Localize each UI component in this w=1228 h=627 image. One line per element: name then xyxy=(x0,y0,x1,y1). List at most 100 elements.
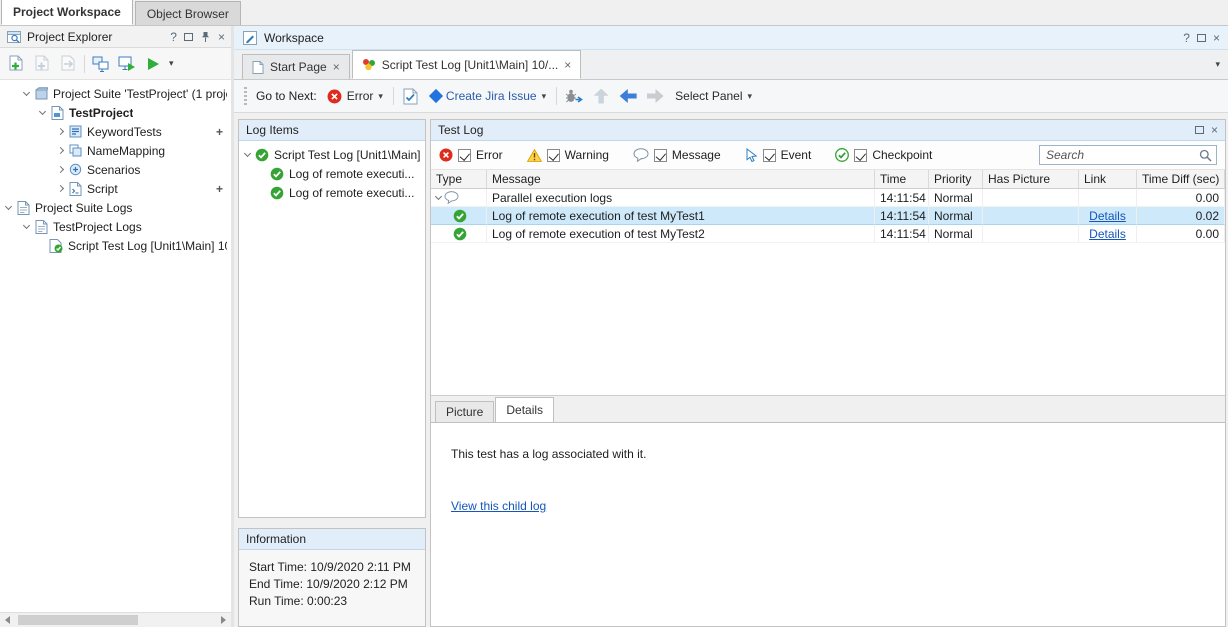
chevron-right-icon[interactable] xyxy=(57,146,64,153)
run-project-button[interactable] xyxy=(143,54,163,74)
search-input[interactable] xyxy=(1039,145,1217,165)
help-icon[interactable]: ? xyxy=(1183,32,1190,44)
go-up-icon[interactable] xyxy=(591,86,611,106)
forward-icon[interactable] xyxy=(645,86,665,106)
document-tab-bar: Start Page × Script Test Log [Unit1\Main… xyxy=(234,50,1228,80)
close-icon[interactable]: × xyxy=(333,61,340,73)
column-header-has-picture[interactable]: Has Picture xyxy=(983,170,1079,189)
report-bug-icon[interactable] xyxy=(564,86,584,106)
search-icon[interactable] xyxy=(1199,149,1212,162)
close-icon[interactable]: × xyxy=(1213,32,1220,44)
tab-start-page[interactable]: Start Page × xyxy=(242,54,350,79)
chevron-down-icon[interactable] xyxy=(23,221,30,228)
tree-item-testproject-logs[interactable]: TestProject Logs xyxy=(0,217,231,236)
toolbar-grip xyxy=(244,87,247,105)
go-to-next-error-button[interactable]: Error ▾ xyxy=(324,87,386,106)
help-icon[interactable]: ? xyxy=(170,31,177,43)
select-panel-button[interactable]: Select Panel ▾ xyxy=(672,87,755,105)
filter-checkbox-error[interactable] xyxy=(458,149,471,162)
tree-item-project-suite[interactable]: Project Suite 'TestProject' (1 project) xyxy=(0,84,231,103)
filter-error[interactable]: Error xyxy=(439,148,503,162)
table-row[interactable]: Log of remote execution of test MyTest2 … xyxy=(431,225,1225,243)
filter-message[interactable]: Message xyxy=(633,148,721,162)
add-new-item-button[interactable] xyxy=(6,54,26,74)
table-row-selected[interactable]: Log of remote execution of test MyTest1 … xyxy=(431,207,1225,225)
remote-run-button[interactable] xyxy=(117,54,137,74)
close-icon[interactable]: × xyxy=(218,31,225,43)
filter-checkbox-warning[interactable] xyxy=(547,149,560,162)
filter-checkbox-checkpoint[interactable] xyxy=(854,149,867,162)
view-child-log-link[interactable]: View this child log xyxy=(451,499,546,513)
filter-checkbox-event[interactable] xyxy=(763,149,776,162)
tab-object-browser[interactable]: Object Browser xyxy=(135,1,241,25)
float-icon[interactable] xyxy=(1197,34,1206,42)
cell-has-picture xyxy=(983,207,1079,225)
chevron-down-icon[interactable] xyxy=(244,149,251,156)
log-items-root[interactable]: Script Test Log [Unit1\Main] xyxy=(239,145,425,164)
table-row[interactable]: Parallel execution logs 14:11:54 Normal … xyxy=(431,189,1225,207)
tree-item-script-test-log[interactable]: Script Test Log [Unit1\Main] 10/9 xyxy=(0,236,231,255)
add-icon[interactable]: + xyxy=(216,182,227,196)
suite-logs-icon xyxy=(15,200,31,215)
pin-icon[interactable] xyxy=(200,31,211,43)
log-item-label: Script Test Log [Unit1\Main] xyxy=(274,148,421,162)
column-header-type[interactable]: Type xyxy=(431,170,487,189)
tab-picture[interactable]: Picture xyxy=(435,401,494,422)
column-header-time[interactable]: Time xyxy=(875,170,929,189)
chevron-right-icon[interactable] xyxy=(57,127,64,134)
chevron-right-icon[interactable] xyxy=(57,184,64,191)
back-icon[interactable] xyxy=(618,86,638,106)
tree-item-script[interactable]: Script + xyxy=(0,179,231,198)
tab-script-test-log[interactable]: Script Test Log [Unit1\Main] 10/... × xyxy=(352,50,582,79)
float-icon[interactable] xyxy=(184,33,193,41)
workspace-caption: Workspace ? × xyxy=(234,26,1228,50)
tab-list-dropdown-icon[interactable]: ▾ xyxy=(1215,60,1220,69)
float-icon[interactable] xyxy=(1195,126,1204,134)
cell-time: 14:11:54 xyxy=(875,207,929,225)
create-jira-issue-button[interactable]: Create Jira Issue ▾ xyxy=(428,87,549,105)
event-icon xyxy=(745,148,758,162)
log-items-child[interactable]: Log of remote executi... xyxy=(239,183,425,202)
tab-project-workspace[interactable]: Project Workspace xyxy=(1,0,133,25)
tree-item-testproject[interactable]: TestProject xyxy=(0,103,231,122)
close-icon[interactable]: × xyxy=(564,59,571,71)
network-suite-button[interactable] xyxy=(91,54,111,74)
scroll-left-icon[interactable] xyxy=(0,614,15,627)
chevron-down-icon[interactable] xyxy=(39,107,46,114)
collapse-arrow-icon[interactable] xyxy=(435,192,442,199)
tree-item-scenarios[interactable]: Scenarios xyxy=(0,160,231,179)
export-log-button[interactable] xyxy=(401,86,421,106)
add-icon[interactable]: + xyxy=(216,125,227,139)
chevron-down-icon[interactable] xyxy=(5,202,12,209)
add-existing-item-button[interactable] xyxy=(32,54,52,74)
chevron-right-icon[interactable] xyxy=(57,165,64,172)
panel-title: Log Items xyxy=(246,123,418,137)
tree-item-project-suite-logs[interactable]: Project Suite Logs xyxy=(0,198,231,217)
scroll-right-icon[interactable] xyxy=(216,614,231,627)
tree-item-keywordtests[interactable]: KeywordTests + xyxy=(0,122,231,141)
tree-item-label: Project Suite Logs xyxy=(35,201,132,215)
filter-checkbox-message[interactable] xyxy=(654,149,667,162)
scroll-thumb[interactable] xyxy=(18,615,138,625)
log-items-child[interactable]: Log of remote executi... xyxy=(239,164,425,183)
details-link[interactable]: Details xyxy=(1089,209,1126,223)
info-line: Run Time: 0:00:23 xyxy=(249,593,415,610)
cell-time: 14:11:54 xyxy=(875,189,929,207)
details-link[interactable]: Details xyxy=(1089,227,1126,241)
filter-event[interactable]: Event xyxy=(745,148,812,162)
tree-item-namemapping[interactable]: NameMapping xyxy=(0,141,231,160)
filter-warning[interactable]: Warning xyxy=(527,148,609,162)
panel-title: Project Explorer xyxy=(27,30,165,44)
export-item-button[interactable] xyxy=(58,54,78,74)
tab-details[interactable]: Details xyxy=(495,397,554,422)
column-header-time-diff[interactable]: Time Diff (sec) xyxy=(1137,170,1225,189)
column-header-priority[interactable]: Priority xyxy=(929,170,983,189)
chevron-down-icon[interactable] xyxy=(23,88,30,95)
filter-checkpoint[interactable]: Checkpoint xyxy=(835,148,932,162)
column-header-link[interactable]: Link xyxy=(1079,170,1137,189)
column-header-message[interactable]: Message xyxy=(487,170,875,189)
run-options-dropdown-icon[interactable]: ▾ xyxy=(169,59,174,68)
info-label: Start Time: xyxy=(249,560,307,574)
horizontal-scrollbar[interactable] xyxy=(0,612,231,627)
close-icon[interactable]: × xyxy=(1211,124,1218,136)
